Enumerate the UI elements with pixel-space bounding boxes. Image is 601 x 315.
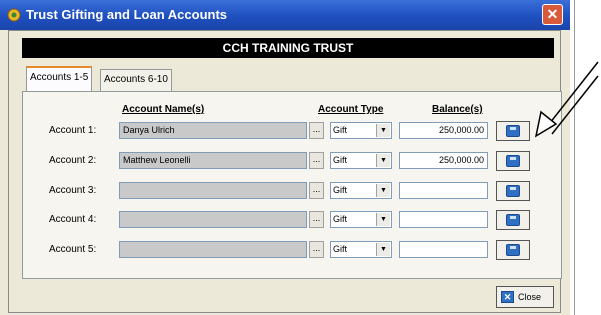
account-1-type-select[interactable]: Gift ▼ <box>330 122 392 139</box>
account-2-type-value: Gift <box>333 155 348 165</box>
account-1-label: Account 1: <box>49 125 97 136</box>
window-title: Trust Gifting and Loan Accounts <box>26 7 228 22</box>
close-icon: ✕ <box>546 6 559 22</box>
header-balance: Balance(s) <box>432 104 483 115</box>
close-button-label: Close <box>518 292 542 302</box>
account-5-type-value: Gift <box>333 244 348 254</box>
tab-accounts-6-10[interactable]: Accounts 6-10 <box>100 69 172 91</box>
account-5-name-field[interactable] <box>119 241 307 258</box>
close-icon: ✕ <box>501 291 514 303</box>
account-5-browse-button[interactable]: ... <box>309 241 324 258</box>
chevron-down-icon[interactable]: ▼ <box>376 154 390 167</box>
account-2-name-field[interactable]: Matthew Leonelli <box>119 152 307 169</box>
account-5-type-select[interactable]: Gift ▼ <box>330 241 392 258</box>
trust-name-bar: CCH TRAINING TRUST <box>22 38 554 58</box>
title-bar[interactable]: Trust Gifting and Loan Accounts ✕ <box>0 0 570 30</box>
dialog-window: Trust Gifting and Loan Accounts ✕ CCH TR… <box>0 0 570 315</box>
background-line <box>574 0 575 315</box>
app-icon <box>7 8 21 22</box>
account-2-action-button[interactable] <box>496 151 530 171</box>
close-button[interactable]: ✕ Close <box>496 286 554 308</box>
account-3-type-select[interactable]: Gift ▼ <box>330 182 392 199</box>
header-account-name: Account Name(s) <box>122 104 205 115</box>
account-3-action-button[interactable] <box>496 181 530 201</box>
account-2-browse-button[interactable]: ... <box>309 152 324 169</box>
account-4-action-button[interactable] <box>496 210 530 230</box>
account-1-type-value: Gift <box>333 125 348 135</box>
account-4-browse-button[interactable]: ... <box>309 211 324 228</box>
account-1-name-field[interactable]: Danya Ulrich <box>119 122 307 139</box>
save-disk-icon <box>506 214 520 226</box>
account-4-name-field[interactable] <box>119 211 307 228</box>
save-disk-icon <box>506 155 520 167</box>
chevron-down-icon[interactable]: ▼ <box>376 184 390 197</box>
account-2-type-select[interactable]: Gift ▼ <box>330 152 392 169</box>
window-close-button[interactable]: ✕ <box>542 4 563 25</box>
account-5-label: Account 5: <box>49 244 97 255</box>
account-3-browse-button[interactable]: ... <box>309 182 324 199</box>
header-account-type: Account Type <box>318 104 384 115</box>
save-disk-icon <box>506 244 520 256</box>
account-3-label: Account 3: <box>49 185 97 196</box>
account-2-label: Account 2: <box>49 155 97 166</box>
account-3-type-value: Gift <box>333 185 348 195</box>
account-1-browse-button[interactable]: ... <box>309 122 324 139</box>
chevron-down-icon[interactable]: ▼ <box>376 124 390 137</box>
account-5-action-button[interactable] <box>496 240 530 260</box>
account-3-balance-field[interactable] <box>399 182 488 199</box>
account-3-name-field[interactable] <box>119 182 307 199</box>
account-1-balance-field[interactable]: 250,000.00 <box>399 122 488 139</box>
chevron-down-icon[interactable]: ▼ <box>376 213 390 226</box>
account-2-balance-field[interactable]: 250,000.00 <box>399 152 488 169</box>
tab-accounts-1-5[interactable]: Accounts 1-5 <box>26 66 93 92</box>
save-disk-icon <box>506 185 520 197</box>
account-4-label: Account 4: <box>49 214 97 225</box>
chevron-down-icon[interactable]: ▼ <box>376 243 390 256</box>
account-4-balance-field[interactable] <box>399 211 488 228</box>
account-1-action-button[interactable] <box>496 121 530 141</box>
account-4-type-value: Gift <box>333 214 348 224</box>
save-disk-icon <box>506 125 520 137</box>
account-5-balance-field[interactable] <box>399 241 488 258</box>
account-4-type-select[interactable]: Gift ▼ <box>330 211 392 228</box>
